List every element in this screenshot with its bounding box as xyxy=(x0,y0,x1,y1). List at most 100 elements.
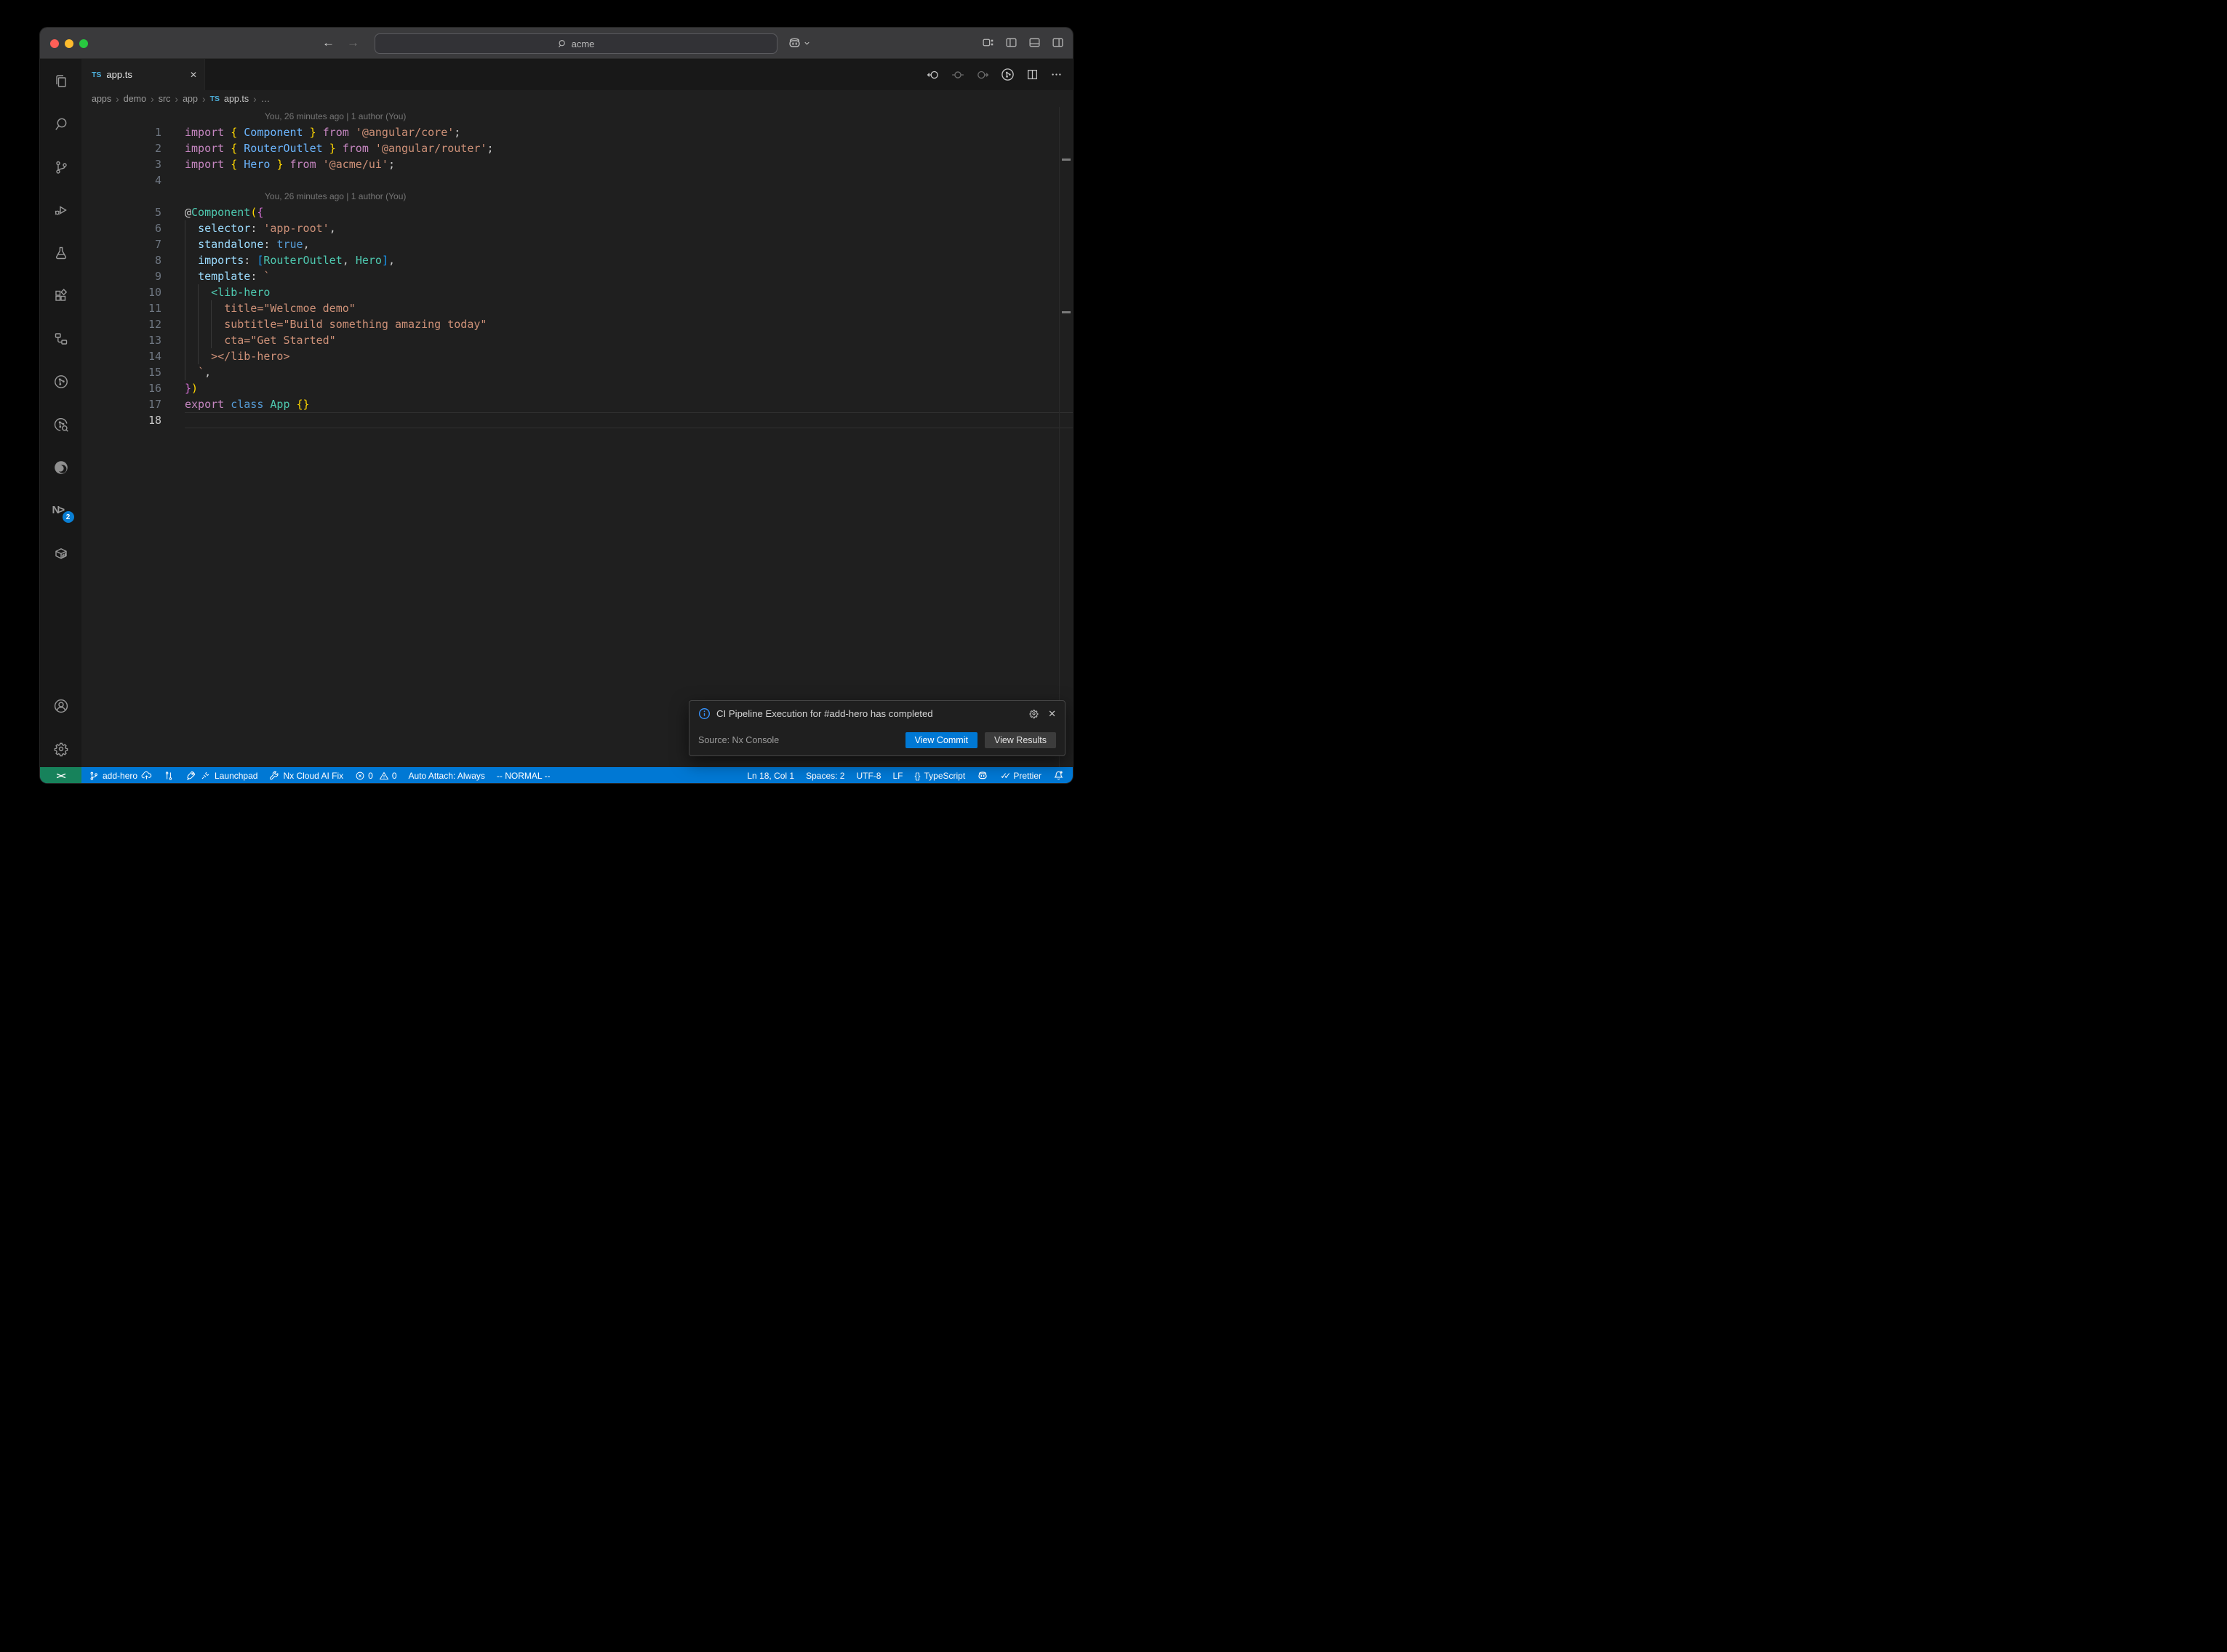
tab-app-ts[interactable]: TS app.ts ✕ xyxy=(81,59,205,90)
search-value: acme xyxy=(572,39,595,49)
remote-indicator[interactable]: >< xyxy=(40,767,81,783)
indentation-status[interactable]: Spaces: 2 xyxy=(806,771,844,781)
code-line: 2import { RouterOutlet } from '@angular/… xyxy=(81,140,1073,156)
line-number: 14 xyxy=(81,348,161,364)
code-line: 15 `, xyxy=(81,364,1073,380)
extensions-icon[interactable] xyxy=(52,287,70,305)
line-number: 1 xyxy=(81,124,161,140)
close-tab-icon[interactable]: ✕ xyxy=(190,70,197,80)
close-window-button[interactable] xyxy=(50,39,59,48)
code-line: 8 imports: [RouterOutlet, Hero], xyxy=(81,252,1073,268)
breadcrumb-item[interactable]: demo xyxy=(124,94,146,104)
editor-actions xyxy=(927,59,1073,90)
code-line: 7 standalone: true, xyxy=(81,236,1073,252)
more-actions-icon[interactable] xyxy=(1050,68,1063,81)
line-number: 5 xyxy=(81,204,161,220)
code-line: 16}) xyxy=(81,380,1073,396)
history-navigation: ← → xyxy=(322,34,359,52)
navigate-forward-circle-icon[interactable] xyxy=(976,68,989,81)
breadcrumb-item[interactable]: apps xyxy=(92,94,111,104)
typescript-file-icon: TS xyxy=(210,95,220,103)
settings-gear-icon[interactable] xyxy=(52,740,70,758)
notification-close-icon[interactable]: ✕ xyxy=(1048,708,1056,720)
code-editor[interactable]: You, 26 minutes ago | 1 author (You)1imp… xyxy=(81,107,1073,767)
breadcrumb-tail[interactable]: … xyxy=(261,94,271,104)
language-status[interactable]: {} TypeScript xyxy=(914,771,965,781)
source-control-icon[interactable] xyxy=(52,159,70,176)
breadcrumb: apps› demo› src› app› TS app.ts› … xyxy=(81,90,1073,107)
notification-settings-gear-icon[interactable] xyxy=(1028,708,1039,719)
nx-graph-icon[interactable] xyxy=(52,373,70,390)
encoding-status[interactable]: UTF-8 xyxy=(856,771,881,781)
view-commit-button[interactable]: View Commit xyxy=(905,732,977,748)
vim-mode-status[interactable]: -- NORMAL -- xyxy=(497,771,551,781)
code-line: 10 <lib-hero xyxy=(81,284,1073,300)
line-number xyxy=(81,108,161,124)
ruler-marker xyxy=(1062,159,1071,161)
circle-connector-icon[interactable] xyxy=(951,68,964,81)
toggle-secondary-sidebar-icon[interactable] xyxy=(1052,36,1064,49)
notification-source: Source: Nx Console xyxy=(698,735,779,745)
run-and-debug-icon[interactable] xyxy=(52,201,70,219)
branch-status[interactable]: add-hero xyxy=(89,770,152,781)
search-view-icon[interactable] xyxy=(52,116,70,133)
copilot-status[interactable] xyxy=(977,770,988,782)
eol-status[interactable]: LF xyxy=(892,771,903,781)
cursor-position-status[interactable]: Ln 18, Col 1 xyxy=(747,771,794,781)
warnings-icon xyxy=(379,771,389,781)
plug-icon xyxy=(200,770,211,781)
compare-icon xyxy=(164,771,174,781)
toggle-primary-sidebar-icon[interactable] xyxy=(1005,36,1017,49)
line-number: 13 xyxy=(81,332,161,348)
window-controls xyxy=(50,39,88,48)
testing-icon[interactable] xyxy=(52,244,70,262)
graph-circle-icon[interactable] xyxy=(1001,68,1015,81)
problems-status[interactable]: 0 0 xyxy=(355,771,396,781)
view-results-button[interactable]: View Results xyxy=(985,732,1056,748)
notifications-bell[interactable] xyxy=(1053,770,1064,781)
edge-browser-icon[interactable] xyxy=(52,459,70,476)
search-icon xyxy=(558,39,567,49)
explorer-icon[interactable] xyxy=(52,73,70,90)
prettier-status[interactable]: ✓✓ Prettier xyxy=(1000,771,1041,781)
chevron-down-icon xyxy=(803,39,811,47)
line-number: 3 xyxy=(81,156,161,172)
breadcrumb-item[interactable]: app xyxy=(183,94,198,104)
launchpad-status[interactable]: Launchpad xyxy=(185,770,257,781)
line-number: 17 xyxy=(81,396,161,412)
customize-layout-icon[interactable] xyxy=(982,36,994,49)
bell-icon xyxy=(1053,770,1064,781)
go-forward-icon[interactable]: → xyxy=(347,34,359,52)
code-line: 6 selector: 'app-root', xyxy=(81,220,1073,236)
cloud-upload-icon xyxy=(141,770,152,781)
breadcrumb-item[interactable]: src xyxy=(159,94,171,104)
titlebar: ← → acme xyxy=(40,28,1073,59)
copilot-menu[interactable] xyxy=(788,33,811,52)
breadcrumb-file[interactable]: app.ts xyxy=(224,94,249,104)
account-icon[interactable] xyxy=(52,697,70,715)
zoom-window-button[interactable] xyxy=(79,39,88,48)
compare-changes-status[interactable] xyxy=(164,771,174,781)
vscode-window: ← → acme xyxy=(40,28,1073,783)
nx-console-icon[interactable]: N> 2 xyxy=(52,502,70,519)
notification-title: CI Pipeline Execution for #add-hero has … xyxy=(716,708,933,719)
line-number: 15 xyxy=(81,364,161,380)
container-tools-icon[interactable] xyxy=(52,545,70,562)
copilot-icon xyxy=(977,770,988,782)
type-hierarchy-icon[interactable] xyxy=(52,330,70,348)
line-number: 9 xyxy=(81,268,161,284)
auto-attach-status[interactable]: Auto Attach: Always xyxy=(409,771,485,781)
ruler-marker xyxy=(1062,311,1071,313)
code-line: 13 cta="Get Started" xyxy=(81,332,1073,348)
typescript-file-icon: TS xyxy=(92,71,101,79)
split-editor-icon[interactable] xyxy=(1026,68,1039,81)
command-center-search[interactable]: acme xyxy=(375,33,777,54)
go-back-icon[interactable]: ← xyxy=(322,34,335,52)
code-line: 17export class App {} xyxy=(81,396,1073,412)
nx-cloud-fix-status[interactable]: Nx Cloud AI Fix xyxy=(269,771,343,781)
toggle-panel-icon[interactable] xyxy=(1028,36,1041,49)
nx-graph-search-icon[interactable] xyxy=(52,416,70,433)
navigate-back-circle-icon[interactable] xyxy=(927,68,940,81)
minimize-window-button[interactable] xyxy=(65,39,73,48)
code-content: You, 26 minutes ago | 1 author (You)1imp… xyxy=(81,107,1073,428)
